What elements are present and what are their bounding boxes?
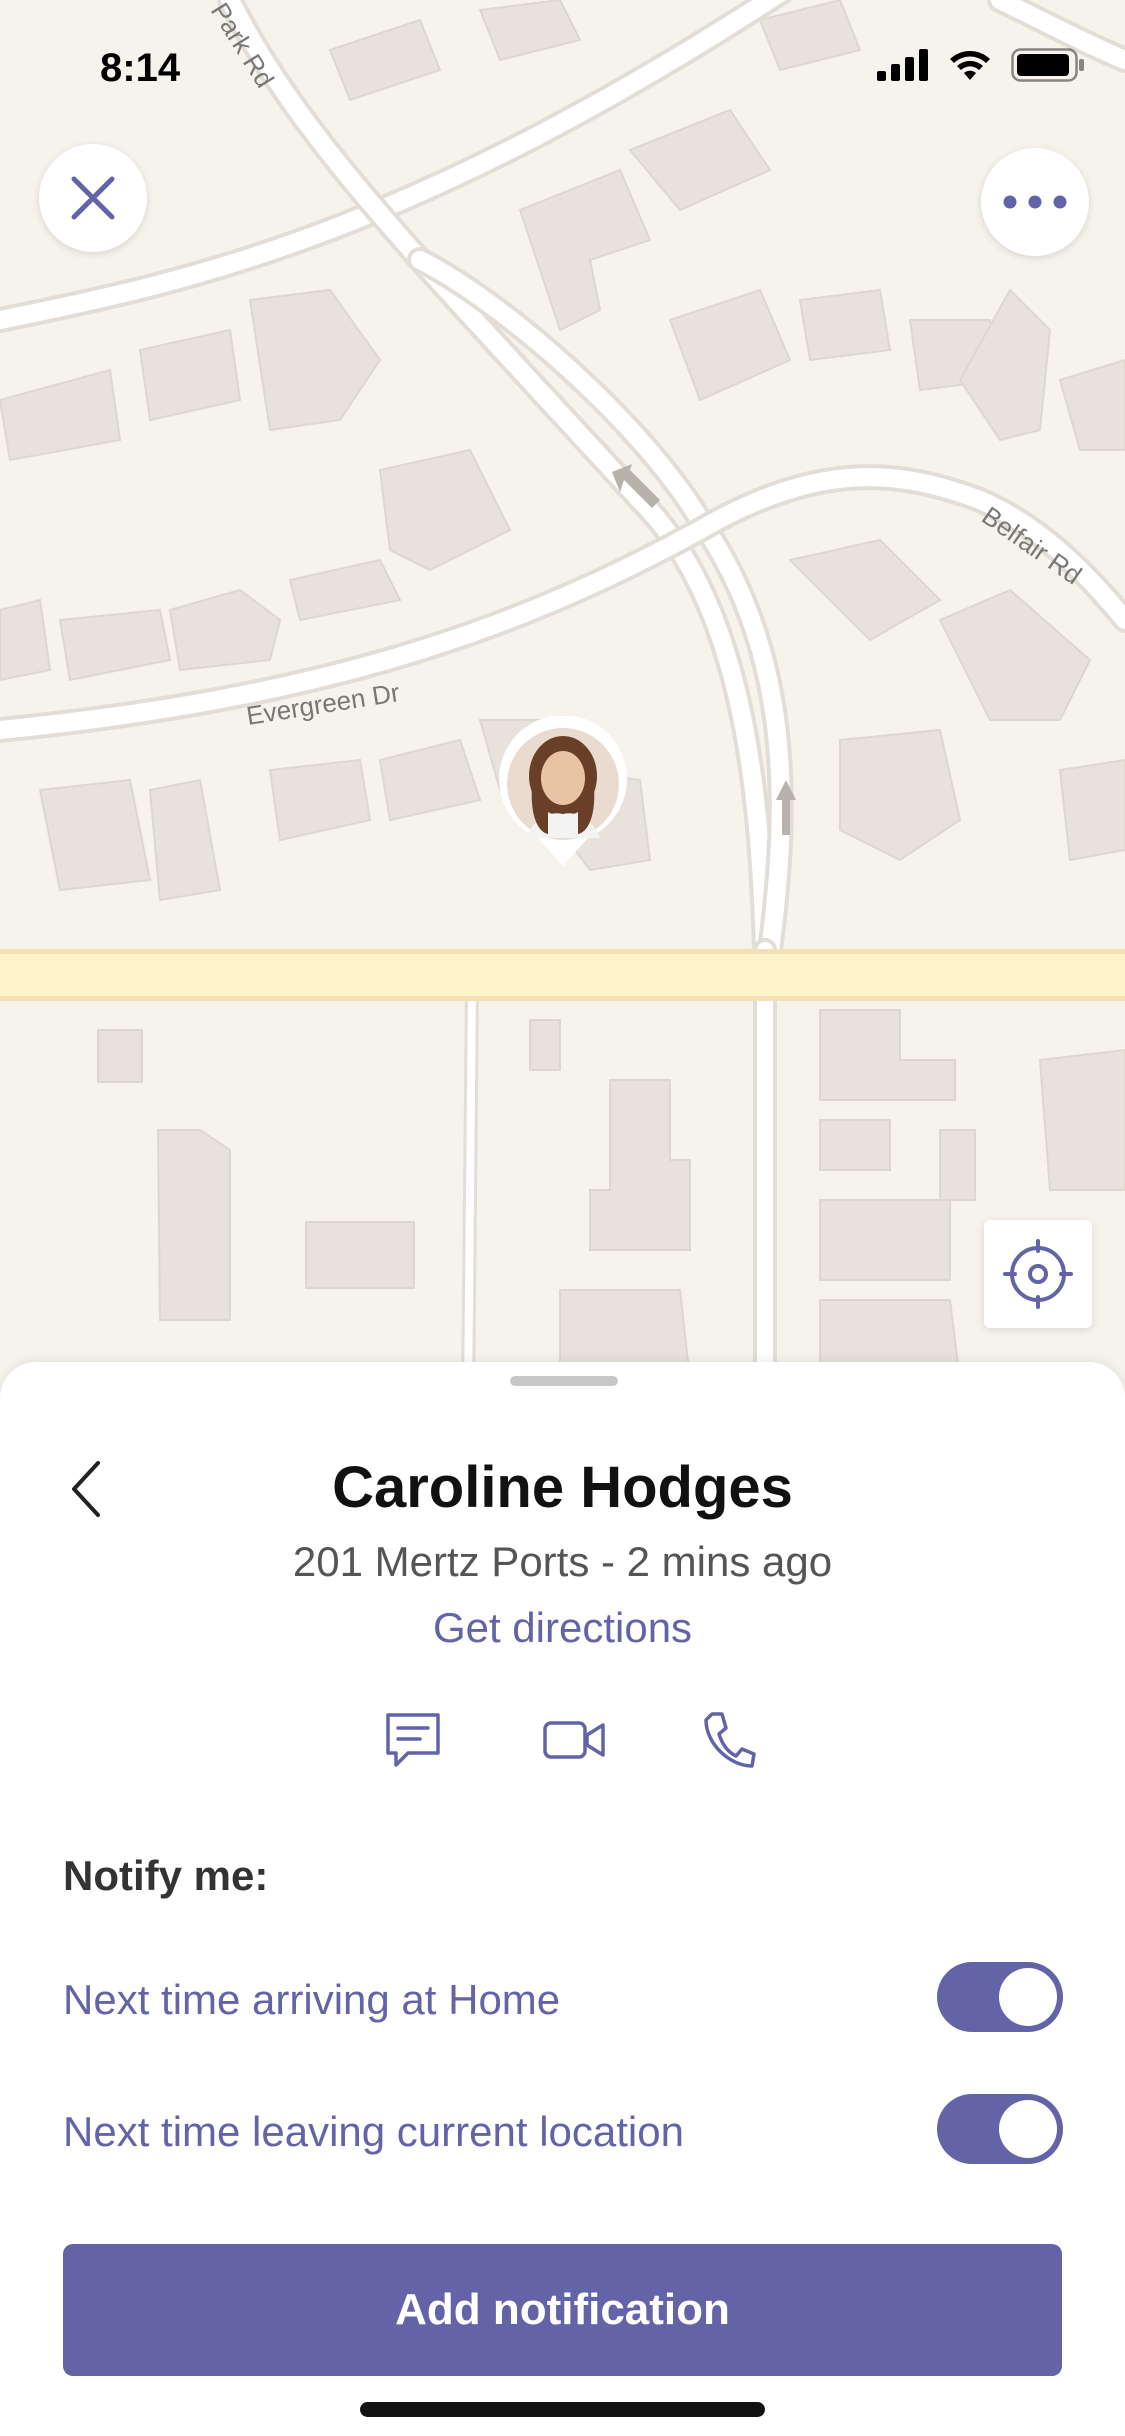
toggle-knob xyxy=(999,2100,1057,2158)
get-directions-link[interactable]: Get directions xyxy=(0,1604,1125,1652)
close-icon xyxy=(71,176,115,220)
location-details-sheet: Caroline Hodges 201 Mertz Ports - 2 mins… xyxy=(0,1362,1125,2436)
phone-icon xyxy=(704,1712,756,1768)
close-button[interactable] xyxy=(39,144,147,252)
call-button[interactable] xyxy=(688,1700,768,1780)
map-canvas: Evergreen Dr Belfair Rd Park Rd xyxy=(0,0,1125,1400)
status-bar: 8:14 xyxy=(0,0,1125,140)
notification-row-arriving-home: Next time arriving at Home xyxy=(63,1962,1063,2042)
status-time: 8:14 xyxy=(100,46,181,90)
person-location-pin[interactable] xyxy=(496,716,630,868)
notification-label: Next time leaving current location xyxy=(63,2108,684,2155)
video-call-button[interactable] xyxy=(534,1700,614,1780)
contact-actions xyxy=(0,1700,1125,1780)
map-view[interactable]: Evergreen Dr Belfair Rd Park Rd xyxy=(0,0,1125,1400)
location-subtitle: 201 Mertz Ports - 2 mins ago xyxy=(292,1538,833,1585)
add-notification-button[interactable]: Add notification xyxy=(63,2244,1062,2376)
leaving-location-toggle[interactable] xyxy=(937,2094,1063,2164)
battery-icon xyxy=(1011,48,1084,82)
chat-button[interactable] xyxy=(373,1700,453,1780)
person-name: Caroline Hodges xyxy=(332,1455,793,1520)
more-options-button[interactable] xyxy=(981,148,1089,256)
avatar xyxy=(499,716,627,866)
video-icon xyxy=(543,1721,605,1759)
sheet-drag-handle[interactable] xyxy=(510,1376,618,1386)
arriving-home-toggle[interactable] xyxy=(937,1962,1063,2032)
notification-label: Next time arriving at Home xyxy=(63,1976,561,2023)
home-indicator[interactable] xyxy=(360,2402,765,2417)
chat-icon xyxy=(386,1713,440,1767)
more-horizontal-icon xyxy=(1003,195,1067,209)
locate-icon xyxy=(1003,1239,1073,1309)
notify-me-label: Notify me: xyxy=(63,1852,269,1899)
cellular-signal-icon xyxy=(877,49,928,81)
status-icons xyxy=(877,48,1085,82)
notification-row-leaving-location: Next time leaving current location xyxy=(63,2094,1063,2174)
toggle-knob xyxy=(999,1968,1057,2026)
locate-me-button[interactable] xyxy=(984,1220,1092,1328)
wifi-icon xyxy=(950,51,990,80)
